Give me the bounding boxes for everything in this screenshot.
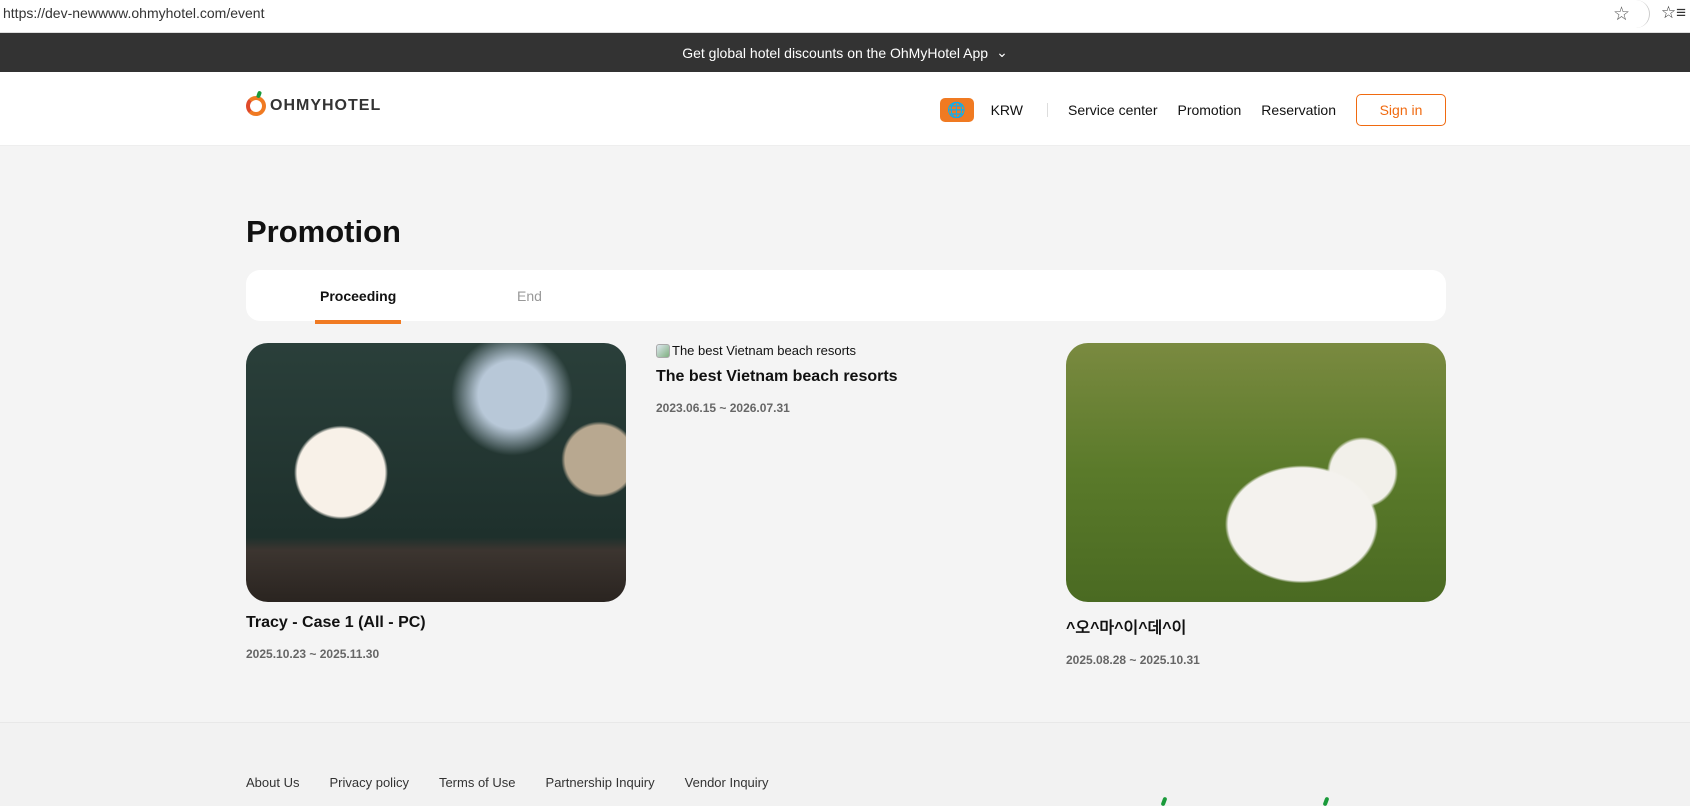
favorites-icon[interactable]: ☆≡ bbox=[1661, 3, 1686, 23]
promotion-card[interactable]: The best Vietnam beach resorts The best … bbox=[656, 343, 1036, 415]
header-nav: 🌐 KRW Service center Promotion Reservati… bbox=[939, 94, 1446, 126]
app-promo-banner[interactable]: Get global hotel discounts on the OhMyHo… bbox=[0, 33, 1690, 72]
promotion-date: 2025.10.23 ~ 2025.11.30 bbox=[246, 647, 380, 661]
url-text[interactable]: https://dev-newwww.ohmyhotel.com/event bbox=[3, 5, 264, 21]
nav-service-center[interactable]: Service center bbox=[1068, 102, 1157, 118]
logo-text: OHMYHOTEL bbox=[270, 97, 382, 114]
promotion-card[interactable]: Tracy - Case 1 (All - PC) 2025.10.23 ~ 2… bbox=[246, 343, 626, 661]
currency-selector[interactable]: KRW bbox=[991, 102, 1023, 118]
site-footer: About Us Privacy policy Terms of Use Par… bbox=[0, 722, 1690, 806]
page-title: Promotion bbox=[246, 214, 401, 249]
footer-terms-of-use[interactable]: Terms of Use bbox=[439, 775, 516, 790]
site-header: OHMYHOTEL 🌐 KRW Service center Promotion… bbox=[0, 72, 1690, 146]
promotion-date: 2023.06.15 ~ 2026.07.31 bbox=[656, 401, 790, 415]
tab-end[interactable]: End bbox=[517, 288, 542, 304]
promotion-image[interactable] bbox=[246, 343, 626, 602]
footer-vendor-inquiry[interactable]: Vendor Inquiry bbox=[685, 775, 769, 790]
app-logo-leaf-icon bbox=[1160, 796, 1168, 806]
promotion-title[interactable]: ^오^마^이^데^이 bbox=[1066, 614, 1446, 638]
footer-privacy-policy[interactable]: Privacy policy bbox=[329, 775, 408, 790]
address-bar-edge bbox=[1630, 0, 1650, 28]
broken-image-icon bbox=[656, 343, 670, 358]
browser-address-bar[interactable]: https://dev-newwww.ohmyhotel.com/event ☆… bbox=[0, 0, 1690, 33]
footer-partnership-inquiry[interactable]: Partnership Inquiry bbox=[546, 775, 655, 790]
bookmark-star-icon[interactable]: ☆ bbox=[1613, 3, 1630, 26]
promotion-title[interactable]: The best Vietnam beach resorts bbox=[656, 368, 1036, 386]
banner-text: Get global hotel discounts on the OhMyHo… bbox=[682, 44, 989, 61]
image-alt-text: The best Vietnam beach resorts bbox=[672, 343, 857, 358]
footer-links: About Us Privacy policy Terms of Use Par… bbox=[246, 775, 769, 790]
promotion-card[interactable]: ^오^마^이^데^이 2025.08.28 ~ 2025.10.31 bbox=[1066, 343, 1446, 667]
promotion-title[interactable]: Tracy - Case 1 (All - PC) bbox=[246, 614, 626, 632]
globe-icon[interactable]: 🌐 bbox=[939, 98, 974, 122]
promotion-image[interactable] bbox=[1066, 343, 1446, 602]
divider bbox=[1047, 103, 1048, 117]
logo-mark-icon bbox=[246, 90, 266, 116]
promotion-tabs: Proceeding End bbox=[246, 270, 1446, 324]
tab-proceeding[interactable]: Proceeding bbox=[314, 288, 402, 324]
broken-image[interactable]: The best Vietnam beach resorts bbox=[656, 343, 1036, 358]
sign-in-button[interactable]: Sign in bbox=[1356, 94, 1446, 126]
app-logo-leaf-icon bbox=[1322, 796, 1330, 806]
nav-promotion[interactable]: Promotion bbox=[1177, 102, 1241, 118]
footer-about-us[interactable]: About Us bbox=[246, 775, 299, 790]
nav-reservation[interactable]: Reservation bbox=[1261, 102, 1336, 118]
ohmyhotel-logo[interactable]: OHMYHOTEL bbox=[246, 90, 382, 116]
promotion-date: 2025.08.28 ~ 2025.10.31 bbox=[1066, 653, 1200, 667]
chevron-down-icon: ⌄ bbox=[996, 44, 1008, 60]
